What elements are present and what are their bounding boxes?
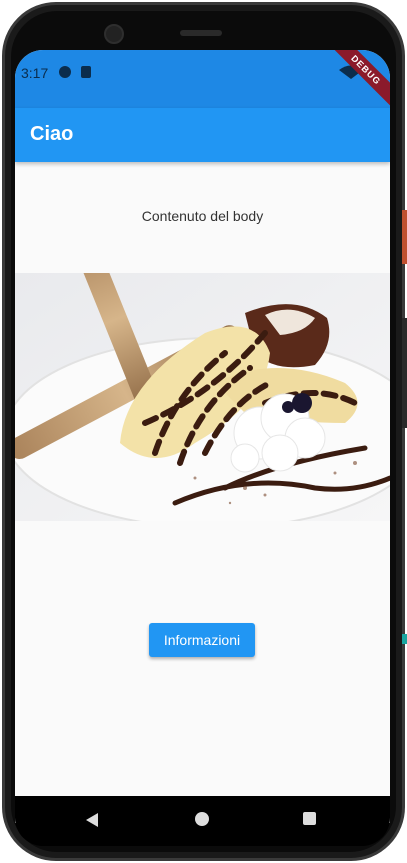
app-bar-title: Ciao: [30, 123, 74, 145]
back-icon[interactable]: [85, 812, 99, 828]
recent-apps-icon[interactable]: [303, 812, 316, 825]
side-button: [402, 210, 407, 264]
status-bar: 3:17 DEBUG: [15, 50, 390, 112]
front-camera: [104, 24, 124, 44]
debug-banner: DEBUG: [324, 50, 390, 112]
app-notification-icon: [59, 66, 71, 78]
earpiece: [180, 30, 222, 36]
app-screen: 3:17 DEBUG Ciao Contenuto del body Infor…: [15, 50, 390, 823]
side-button: [402, 634, 407, 644]
app-bar: Ciao: [15, 108, 390, 162]
status-time: 3:17: [21, 65, 49, 81]
sim-card-icon: [81, 66, 91, 78]
informazioni-button[interactable]: Informazioni: [149, 623, 255, 657]
home-icon[interactable]: [195, 812, 209, 826]
body-text: Contenuto del body: [141, 208, 264, 224]
navigation-bar: [15, 796, 390, 846]
side-button: [402, 318, 407, 428]
dessert-image: [15, 273, 390, 521]
